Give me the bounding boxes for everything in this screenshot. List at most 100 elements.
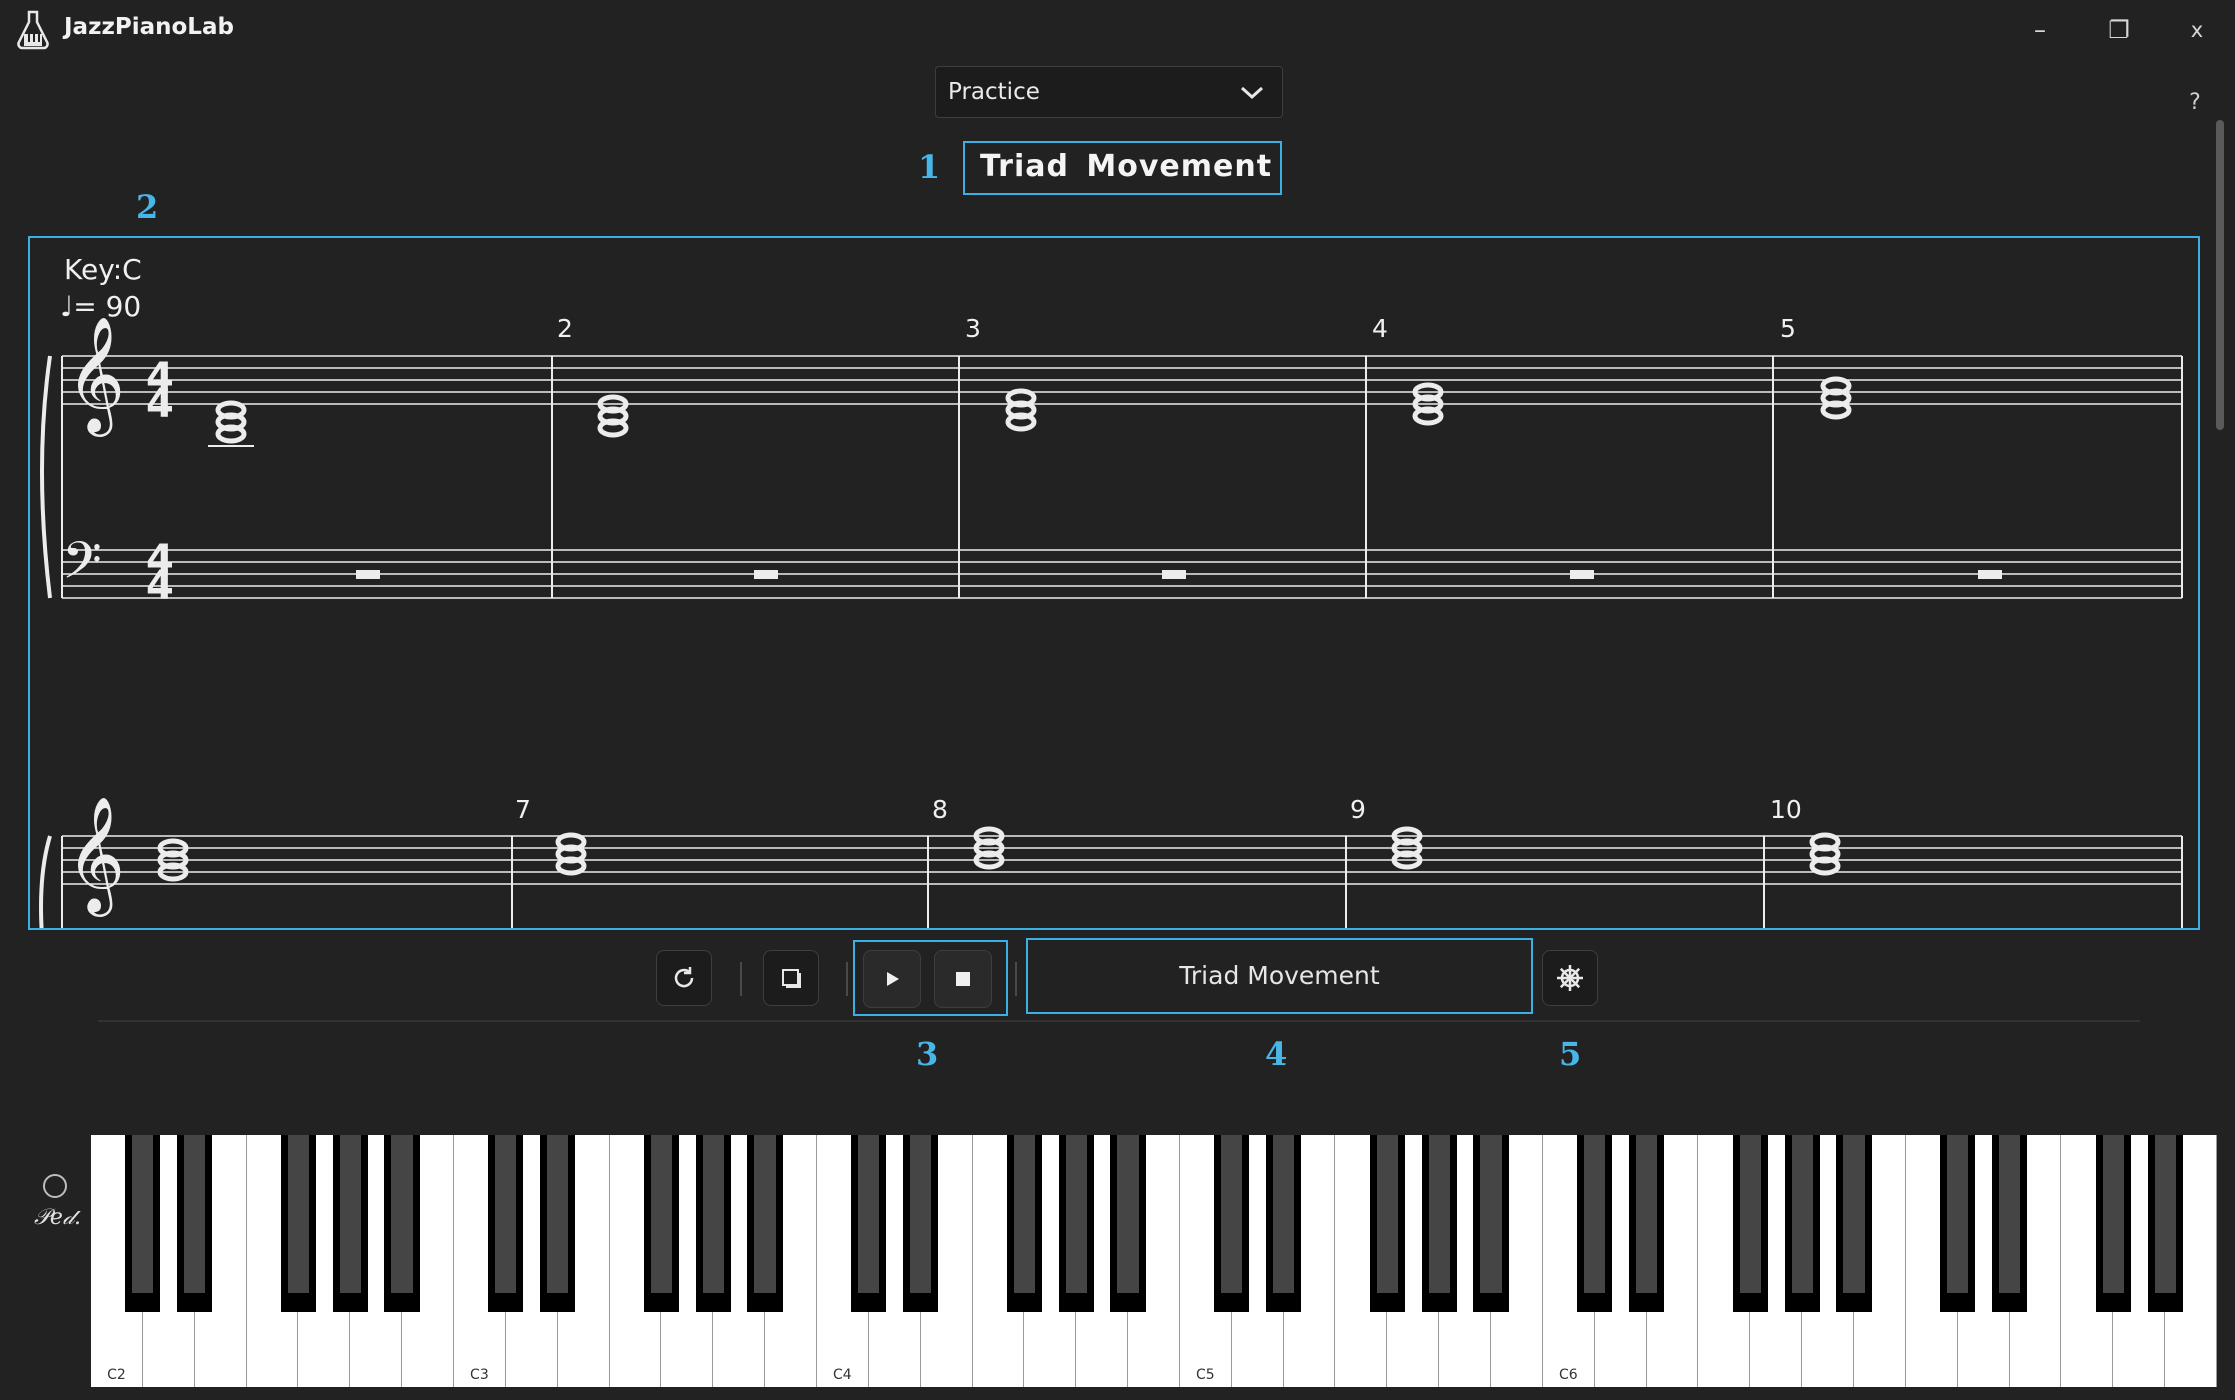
black-key[interactable]	[1732, 1135, 1768, 1312]
black-key[interactable]	[1266, 1135, 1302, 1312]
black-key[interactable]	[1836, 1135, 1872, 1312]
maximize-button[interactable]: ❐	[2097, 12, 2141, 48]
black-key[interactable]	[280, 1135, 317, 1312]
black-key[interactable]	[1214, 1135, 1250, 1312]
black-key[interactable]	[125, 1135, 161, 1312]
settings-button[interactable]	[1542, 950, 1598, 1006]
black-key[interactable]	[540, 1135, 576, 1312]
app-title: JazzPianoLab	[64, 14, 234, 40]
minimize-button[interactable]: –	[2018, 12, 2062, 48]
treble-clef-icon: 𝄞	[66, 795, 125, 917]
octave-label: C2	[107, 1367, 126, 1383]
black-key-face	[910, 1135, 932, 1293]
measure-number: 2	[557, 314, 573, 343]
toolbar-separator	[1015, 962, 1017, 996]
whole-rest	[1978, 570, 2002, 579]
black-key[interactable]	[1006, 1135, 1042, 1312]
whole-note	[1412, 406, 1444, 426]
black-key[interactable]	[1628, 1135, 1665, 1312]
black-key[interactable]	[2095, 1135, 2131, 1312]
score-view[interactable]: 𝄞 𝄢 4 4 4 4 𝄞 Key:C ♩= 90 2 3 4 5 7 8 9 10	[28, 236, 2200, 930]
whole-rest	[1570, 570, 1594, 579]
black-key-face	[1791, 1135, 1813, 1293]
black-key[interactable]	[1991, 1135, 2028, 1312]
black-key-face	[1221, 1135, 1243, 1293]
black-key-face	[650, 1135, 672, 1293]
black-key[interactable]	[488, 1135, 524, 1312]
play-button[interactable]	[863, 950, 921, 1008]
view-toggle-button[interactable]	[763, 950, 819, 1006]
callout-3: 3	[916, 1035, 939, 1073]
black-key-face	[1428, 1135, 1450, 1293]
octave-label: C5	[1196, 1367, 1215, 1383]
black-key[interactable]	[177, 1135, 213, 1312]
black-key-face	[1117, 1135, 1139, 1293]
black-key[interactable]	[332, 1135, 368, 1312]
whole-rest	[754, 570, 778, 579]
piano-keyboard[interactable]: C2 C3 C4 C5 C6	[91, 1135, 2217, 1387]
scrollbar-thumb[interactable]	[2216, 120, 2224, 430]
bass-clef-icon: 𝄢	[62, 530, 102, 603]
measure-number: 5	[1780, 314, 1796, 343]
mode-dropdown[interactable]: Practice	[935, 66, 1283, 118]
time-signature: 4	[146, 563, 174, 609]
whole-note	[1809, 856, 1841, 876]
whole-rest	[1162, 570, 1186, 579]
black-key-face	[287, 1135, 310, 1293]
black-key[interactable]	[695, 1135, 731, 1312]
measure-number: 9	[1350, 795, 1366, 824]
chevron-down-icon	[1240, 86, 1264, 100]
black-key-face	[391, 1135, 413, 1293]
brace	[40, 355, 52, 599]
black-key-face	[2154, 1135, 2176, 1293]
black-key[interactable]	[1058, 1135, 1094, 1312]
toolbar-separator	[846, 962, 848, 996]
octave-label: C4	[833, 1367, 852, 1383]
black-key-face	[1376, 1135, 1398, 1293]
measure-number: 4	[1372, 314, 1388, 343]
black-key[interactable]	[747, 1135, 783, 1312]
black-key[interactable]	[903, 1135, 939, 1312]
black-key[interactable]	[1940, 1135, 1976, 1312]
black-key[interactable]	[384, 1135, 420, 1312]
time-signature: 4	[146, 381, 174, 427]
black-key[interactable]	[1473, 1135, 1509, 1312]
octave-label: C3	[470, 1367, 489, 1383]
help-button[interactable]: ?	[2180, 90, 2210, 120]
black-key-face	[702, 1135, 724, 1293]
black-key[interactable]	[1110, 1135, 1146, 1312]
whole-note	[1005, 412, 1037, 432]
tempo-label: ♩= 90	[60, 290, 142, 323]
exercise-title-box: Triad Movement	[963, 141, 1282, 195]
black-key[interactable]	[851, 1135, 887, 1312]
black-key[interactable]	[1421, 1135, 1457, 1312]
black-key[interactable]	[1784, 1135, 1820, 1312]
black-key-face	[754, 1135, 776, 1293]
measure-number: 7	[515, 795, 531, 824]
callout-1: 1	[918, 148, 941, 186]
mode-dropdown-value: Practice	[948, 79, 1040, 105]
black-key-face	[1065, 1135, 1087, 1293]
stop-button[interactable]	[934, 950, 992, 1008]
measure-number: 8	[932, 795, 948, 824]
black-key-face	[1013, 1135, 1035, 1293]
measure-number: 3	[965, 314, 981, 343]
brace	[39, 835, 52, 928]
whole-note	[555, 856, 587, 876]
black-key[interactable]	[2147, 1135, 2183, 1312]
close-button[interactable]: x	[2175, 12, 2219, 48]
score-staff-svg: 𝄞𝄢4444𝄞	[39, 315, 2183, 928]
black-key[interactable]	[1577, 1135, 1613, 1312]
treble-clef-icon: 𝄞	[66, 315, 125, 437]
loop-button[interactable]	[656, 950, 712, 1006]
measure-number: 10	[1770, 795, 1802, 824]
callout-5: 5	[1559, 1035, 1582, 1073]
black-key-face	[1480, 1135, 1502, 1293]
black-key[interactable]	[1369, 1135, 1405, 1312]
black-key-face	[1584, 1135, 1606, 1293]
exercise-selector[interactable]: Triad Movement	[1026, 938, 1533, 1014]
toolbar-separator	[740, 962, 742, 996]
black-key[interactable]	[643, 1135, 679, 1312]
sustain-pedal-toggle[interactable]	[43, 1174, 67, 1198]
black-key-face	[495, 1135, 517, 1293]
